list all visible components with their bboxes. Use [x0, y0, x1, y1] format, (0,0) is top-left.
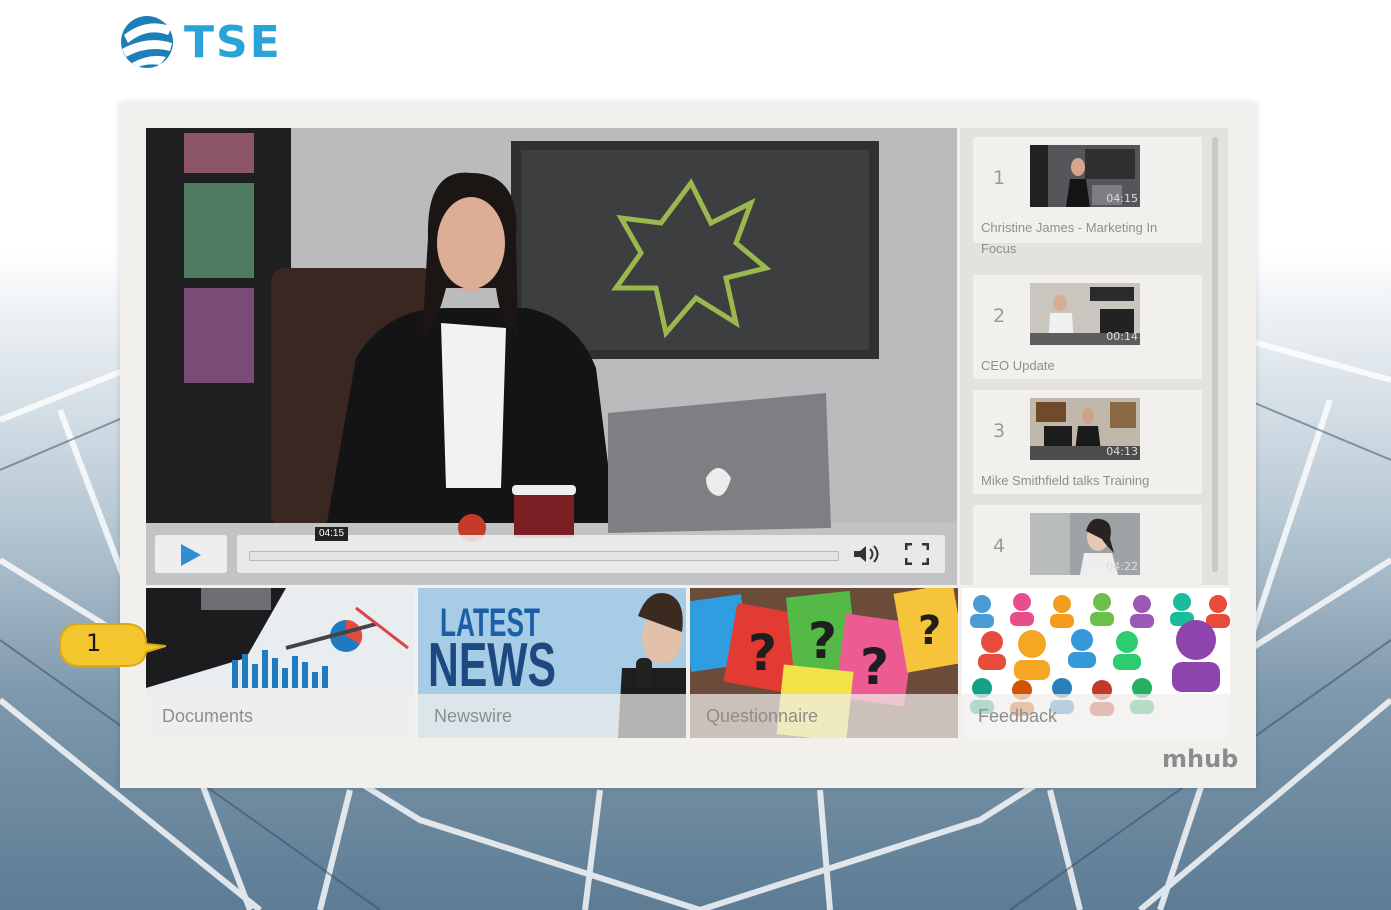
play-icon — [181, 544, 201, 566]
fullscreen-icon[interactable] — [905, 543, 929, 565]
playlist-item-duration: 04:15 — [1106, 192, 1138, 205]
tile-newswire[interactable]: LATEST NEWS Newswire — [418, 588, 686, 738]
tile-label: Documents — [162, 706, 254, 726]
svg-text:?: ? — [918, 608, 941, 654]
playlist-item-number: 4 — [993, 535, 1006, 557]
playlist-item-number: 3 — [993, 420, 1006, 442]
playlist-item-thumbnail: 04:13 — [1030, 398, 1140, 460]
video-frame[interactable] — [146, 128, 957, 585]
playlist-item-duration: 04:22 — [1106, 560, 1138, 573]
progress-bar-container: 04:15 — [237, 527, 945, 573]
mhub-brand: mhub — [1162, 745, 1239, 773]
tile-label: Feedback — [978, 706, 1058, 726]
playlist-item-1[interactable]: 1 04:15 Christine James - Marketing In F… — [973, 137, 1202, 256]
tile-label: Questionnaire — [706, 706, 819, 726]
playlist-item-2[interactable]: 2 00:14 CEO Update — [973, 275, 1202, 379]
tile-questionnaire[interactable]: ? ? ? ? Questionnaire — [690, 588, 958, 738]
callout-number: 1 — [86, 629, 102, 657]
svg-text:?: ? — [808, 612, 837, 670]
tile-label: Newswire — [434, 706, 513, 726]
playlist-scrollbar[interactable] — [1212, 137, 1218, 572]
playlist-item-number: 1 — [993, 167, 1006, 189]
volume-icon[interactable] — [853, 544, 883, 564]
playlist-item-title: CEO Update — [981, 358, 1055, 373]
news-text: NEWS — [428, 631, 556, 700]
tile-documents[interactable]: Documents — [146, 588, 414, 738]
tse-logo[interactable]: TSE — [118, 12, 282, 72]
callout-bubble-icon — [58, 623, 167, 667]
step-callout: 1 — [56, 620, 167, 668]
playlist-item-duration: 04:13 — [1106, 445, 1138, 458]
playlist-item-duration: 00:14 — [1106, 330, 1138, 343]
svg-text:?: ? — [860, 638, 889, 696]
logo-text: TSE — [184, 16, 282, 68]
globe-logo-icon — [121, 16, 173, 68]
playlist-item-thumbnail: 04:15 — [1030, 145, 1140, 207]
video-controls: 04:15 — [153, 527, 950, 575]
playlist-item-4[interactable]: 4 04:22 — [973, 505, 1202, 585]
video-still-presenter — [146, 128, 957, 585]
playlist-item-title: Mike Smithfield talks Training — [981, 473, 1150, 488]
progress-track[interactable] — [249, 551, 839, 561]
playlist-item-3[interactable]: 3 04:13 Mike Smithfield talks Training — [973, 390, 1202, 494]
playlist-item-number: 2 — [993, 305, 1006, 327]
playlist-item-thumbnail: 00:14 — [1030, 283, 1140, 345]
svg-text:?: ? — [748, 624, 777, 682]
playlist-item-thumbnail: 04:22 — [1030, 513, 1140, 575]
playlist-item-title: Christine James - Marketing In Focus — [981, 220, 1158, 256]
play-button[interactable] — [155, 535, 227, 573]
tile-feedback[interactable]: Feedback — [962, 588, 1230, 738]
current-time-tooltip: 04:15 — [315, 527, 349, 541]
